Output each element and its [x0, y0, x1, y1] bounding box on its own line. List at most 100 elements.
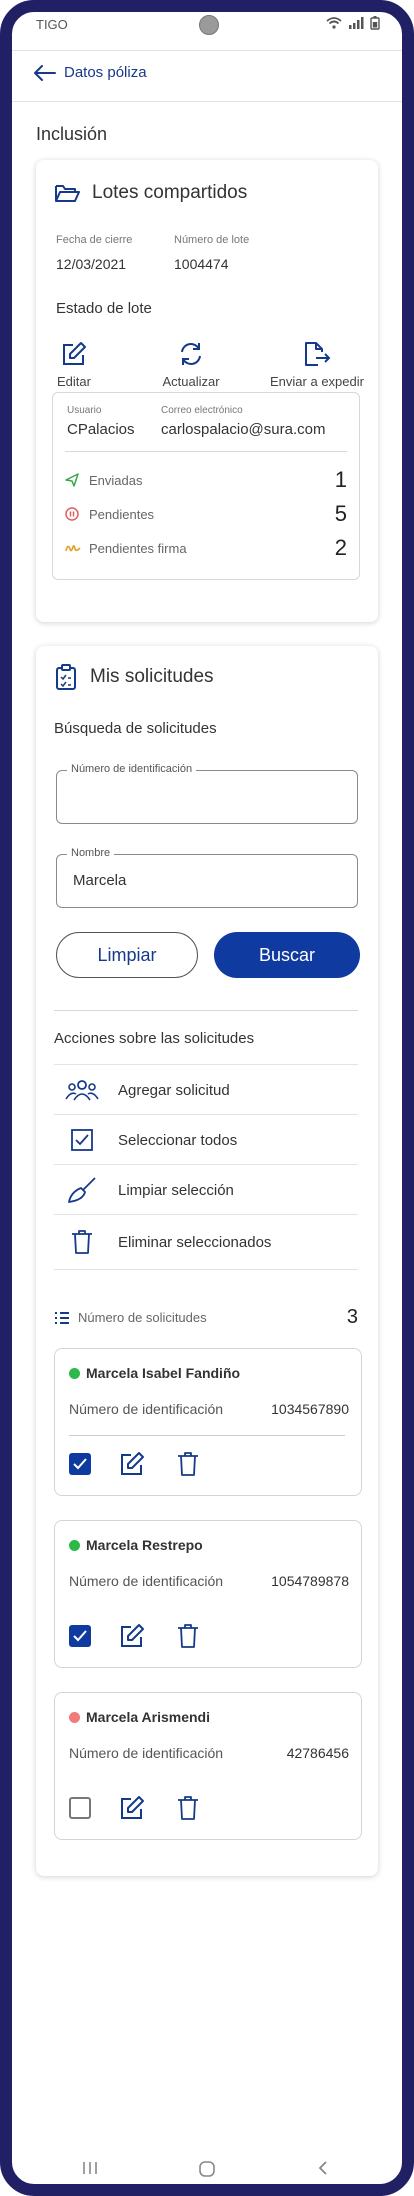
folder-open-icon: [55, 185, 80, 202]
carrier-label: TIGO: [36, 17, 68, 32]
select-all-action[interactable]: Seleccionar todos: [54, 1114, 358, 1165]
back-system-button[interactable]: [316, 2160, 330, 2181]
edit-request-button[interactable]: [117, 1621, 147, 1651]
edit-label: Editar: [57, 374, 91, 389]
back-label: Datos póliza: [64, 64, 147, 81]
request-checkbox[interactable]: [69, 1453, 91, 1475]
request-card[interactable]: Marcela Arismendi Número de identificaci…: [54, 1692, 362, 1840]
list-icon: [55, 1311, 69, 1324]
checkmark-icon: [73, 1630, 87, 1642]
trash-icon: [178, 1796, 198, 1820]
usuario-label: Usuario: [67, 405, 102, 416]
camera-notch: [199, 15, 219, 35]
stat-enviadas: Enviadas 1: [65, 465, 347, 495]
divider: [69, 1435, 345, 1436]
menu-label: Seleccionar todos: [118, 1131, 238, 1149]
request-id-label: Número de identificación: [69, 1573, 224, 1589]
checkbox-icon: [71, 1129, 93, 1151]
request-name: Marcela Isabel Fandiño: [86, 1365, 241, 1381]
lote-value: 1004474: [174, 256, 229, 272]
broom-icon: [68, 1177, 96, 1203]
trash-icon: [178, 1452, 198, 1476]
stat-value: 1: [334, 467, 347, 492]
request-id-value: 1054789878: [271, 1573, 349, 1589]
search-button[interactable]: Buscar: [214, 932, 360, 978]
delete-request-button[interactable]: [173, 1621, 203, 1651]
stat-value: 2: [334, 535, 347, 560]
stat-label: Enviadas: [89, 472, 143, 488]
delete-selected-action[interactable]: Eliminar seleccionados: [54, 1214, 358, 1270]
solicitudes-header: Mis solicitudes: [56, 664, 214, 690]
request-id-label: Número de identificación: [69, 1401, 224, 1417]
search-title: Búsqueda de solicitudes: [54, 720, 217, 737]
checkmark-icon: [73, 1458, 87, 1470]
stat-label: Pendientes firma: [89, 540, 187, 556]
phone-frame: TIGO Datos póliza Inclusión Lotes compar…: [0, 0, 414, 2196]
edit-request-button[interactable]: [117, 1449, 147, 1479]
usuario-value: CPalacios: [67, 421, 135, 438]
signal-icon: [349, 17, 364, 29]
estado-label: Estado de lote: [56, 300, 152, 317]
fecha-label: Fecha de cierre: [56, 234, 133, 246]
name-field[interactable]: Nombre: [56, 847, 358, 908]
name-input[interactable]: [71, 871, 345, 890]
pause-icon: [65, 507, 79, 521]
lote-label: Número de lote: [174, 234, 250, 246]
refresh-action[interactable]: Actualizar: [146, 340, 236, 389]
count-value: 3: [346, 1306, 358, 1328]
wifi-icon: [326, 17, 342, 29]
id-input[interactable]: [71, 787, 345, 806]
clipboard-icon: [56, 664, 76, 690]
count-label: Número de solicitudes: [78, 1310, 207, 1325]
system-nav-bar: [12, 2148, 402, 2184]
send-label: Enviar a expedir: [270, 374, 364, 389]
paper-plane-icon: [65, 473, 79, 487]
battery-icon: [370, 16, 380, 30]
back-button[interactable]: Datos póliza: [34, 64, 147, 81]
recent-apps-icon: [83, 2162, 97, 2174]
clear-selection-action[interactable]: Limpiar selección: [54, 1164, 358, 1215]
edit-icon: [63, 342, 86, 365]
stat-pendientes: Pendientes 5: [65, 499, 347, 529]
request-name: Marcela Restrepo: [86, 1537, 203, 1553]
trash-icon: [178, 1624, 198, 1648]
signature-icon: [65, 545, 81, 552]
lotes-card: Lotes compartidos Fecha de cierre 12/03/…: [36, 160, 378, 622]
edit-icon: [121, 1452, 144, 1475]
request-count-row: Número de solicitudes 3: [54, 1306, 358, 1329]
refresh-icon: [181, 343, 201, 365]
request-name: Marcela Arismendi: [86, 1709, 210, 1725]
status-dot: [69, 1367, 80, 1379]
actions-title: Acciones sobre las solicitudes: [54, 1030, 255, 1047]
lotes-header: Lotes compartidos: [54, 182, 247, 204]
chevron-left-icon: [318, 2161, 327, 2175]
request-card[interactable]: Marcela Isabel Fandiño Número de identif…: [54, 1348, 362, 1496]
edit-request-button[interactable]: [117, 1793, 147, 1823]
request-id-value: 42786456: [286, 1745, 349, 1761]
add-request-action[interactable]: Agregar solicitud: [54, 1064, 358, 1115]
edit-action[interactable]: Editar: [50, 340, 98, 389]
arrow-left-icon: [34, 64, 56, 81]
id-field-label: Número de identificación: [67, 763, 197, 775]
trash-icon: [72, 1230, 92, 1254]
send-action[interactable]: Enviar a expedir: [262, 340, 372, 389]
status-icons: [326, 16, 380, 30]
stat-value: 5: [334, 501, 347, 526]
solicitudes-title: Mis solicitudes: [90, 666, 214, 687]
status-dot: [69, 1539, 80, 1551]
request-checkbox[interactable]: [69, 1797, 91, 1819]
home-button[interactable]: [198, 2160, 216, 2183]
id-field[interactable]: Número de identificación: [56, 763, 358, 824]
request-card[interactable]: Marcela Restrepo Número de identificació…: [54, 1520, 362, 1668]
refresh-label: Actualizar: [162, 374, 220, 389]
divider: [65, 451, 347, 452]
edit-icon: [121, 1796, 144, 1819]
delete-request-button[interactable]: [173, 1793, 203, 1823]
recent-apps-button[interactable]: [82, 2160, 98, 2181]
correo-label: Correo electrónico: [161, 405, 243, 416]
delete-request-button[interactable]: [173, 1449, 203, 1479]
request-checkbox[interactable]: [69, 1625, 91, 1647]
stat-pendientes-firma: Pendientes firma 2: [65, 533, 347, 563]
clear-button[interactable]: Limpiar: [56, 932, 198, 978]
menu-label: Agregar solicitud: [118, 1081, 230, 1099]
